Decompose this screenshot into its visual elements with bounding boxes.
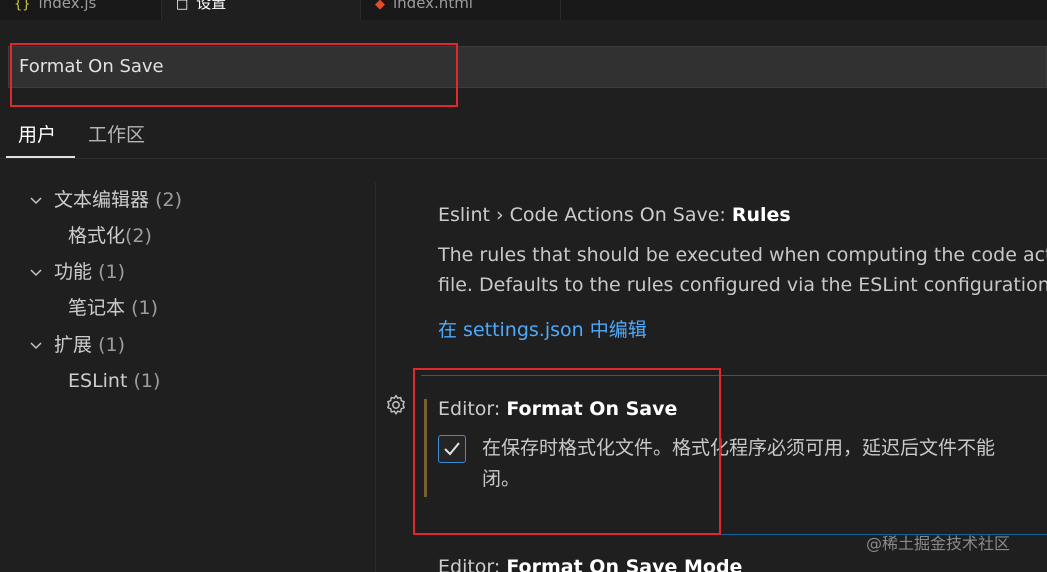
toc-item-formatting[interactable]: 格式化(2) — [68, 222, 152, 250]
toc-item-eslint[interactable]: ESLint (1) — [68, 367, 160, 395]
setting-category: Editor: — [438, 398, 507, 420]
setting-name: Format On Save — [506, 398, 678, 420]
active-tab-underline — [6, 156, 75, 158]
tab-label: index.html — [393, 0, 473, 12]
toc-item-features[interactable]: 功能 (1) — [54, 258, 125, 286]
settings-search-box — [8, 46, 1047, 88]
editor-tab-bar: {} index.js □ 设置 ◆ index.html — [0, 0, 1047, 20]
toc-item-count: (2) — [125, 225, 152, 247]
toc-item-count: (1) — [98, 261, 125, 283]
setting-description-line: file. Defaults to the rules configured v… — [438, 274, 1047, 296]
html-file-icon: ◆ — [375, 0, 385, 12]
tab-settings[interactable]: □ 设置 — [162, 0, 361, 20]
toc-item-label: 格式化 — [68, 225, 126, 247]
format-on-save-description: 在保存时格式化文件。格式化程序必须可用，延迟后文件不能 闭。 — [482, 433, 1047, 495]
edit-in-settings-json-link[interactable]: 在 settings.json 中编辑 — [438, 315, 647, 345]
tab-label: 设置 — [196, 0, 227, 12]
toc-item-count: (1) — [133, 370, 161, 392]
toc-item-count: (1) — [98, 334, 125, 356]
toc-item-label: 文本编辑器 — [54, 189, 150, 211]
setting-category: Eslint › Code Actions On Save: — [438, 204, 732, 226]
setting-description-line: 闭。 — [482, 468, 521, 490]
checkmark-icon — [444, 442, 460, 456]
toc-item-label: 笔记本 — [68, 297, 126, 319]
toc-item-count: (2) — [155, 189, 182, 211]
format-on-save-checkbox[interactable] — [438, 435, 466, 463]
toc-item-text-editor[interactable]: 文本编辑器 (2) — [54, 186, 182, 214]
toc-item-extensions[interactable]: 扩展 (1) — [54, 331, 125, 359]
js-file-icon: {} — [14, 0, 31, 12]
toc-divider — [375, 182, 376, 572]
settings-file-icon: □ — [176, 0, 189, 12]
setting-title-format-on-save-mode: Editor: Format On Save Mode — [438, 556, 742, 572]
toc-item-label: 扩展 — [54, 334, 93, 356]
settings-editor: {} index.js □ 设置 ◆ index.html 用户 工作区 文本编辑器 … — [0, 0, 1047, 572]
modified-indicator — [424, 399, 427, 497]
setting-category: Editor: — [438, 556, 507, 572]
chevron-down-icon[interactable] — [29, 194, 43, 208]
tab-index-html[interactable]: ◆ index.html — [361, 0, 561, 20]
toc-item-notebook[interactable]: 笔记本 (1) — [68, 294, 158, 322]
setting-title-eslint-rules: Eslint › Code Actions On Save: Rules — [438, 204, 791, 226]
toc-item-label: ESLint — [68, 370, 128, 392]
setting-description-line: 在保存时格式化文件。格式化程序必须可用，延迟后文件不能 — [482, 437, 996, 459]
tab-index-js[interactable]: {} index.js — [0, 0, 162, 20]
chevron-down-icon[interactable] — [29, 339, 43, 353]
tab-user[interactable]: 用户 — [18, 118, 56, 152]
setting-name: Rules — [731, 204, 791, 226]
setting-title-format-on-save: Editor: Format On Save — [438, 398, 677, 420]
settings-search-input[interactable] — [19, 47, 919, 87]
tab-workspace[interactable]: 工作区 — [88, 118, 145, 152]
watermark: @稀土掘金技术社区 — [866, 534, 1011, 553]
tab-label: index.js — [38, 0, 97, 12]
toc-item-label: 功能 — [54, 261, 93, 283]
setting-name: Format On Save Mode — [506, 556, 743, 572]
setting-description-line: The rules that should be executed when c… — [438, 244, 1047, 266]
chevron-down-icon[interactable] — [29, 266, 43, 280]
scope-tabs: 用户 工作区 — [0, 112, 1047, 159]
gear-icon[interactable] — [384, 393, 408, 417]
toc-item-count: (1) — [131, 297, 158, 319]
